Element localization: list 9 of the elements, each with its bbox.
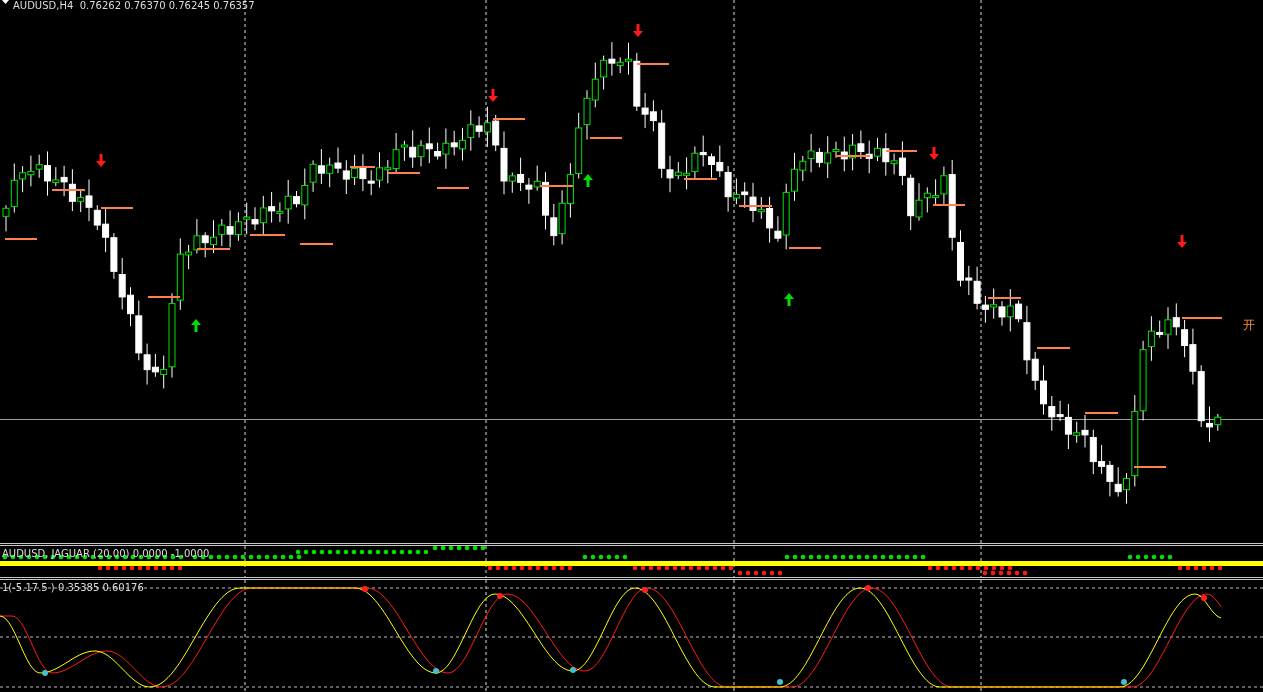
chart-marker: 开: [1243, 318, 1255, 332]
grid-line: [485, 546, 487, 577]
oscillator-label: 1(-5.17.5 ) 0.35385 0.60176: [2, 582, 144, 594]
grid-line: [244, 546, 246, 577]
chart-header: AUDUSD,H4 0.76262 0.76370 0.76245 0.76357: [13, 0, 255, 12]
caret-icon: [2, 0, 9, 4]
grid-line: [980, 546, 982, 577]
indicator-label: AUDUSD, JAGUAR (20.00) 0.0000 -1.0000: [2, 548, 210, 560]
grid-line: [733, 546, 735, 577]
